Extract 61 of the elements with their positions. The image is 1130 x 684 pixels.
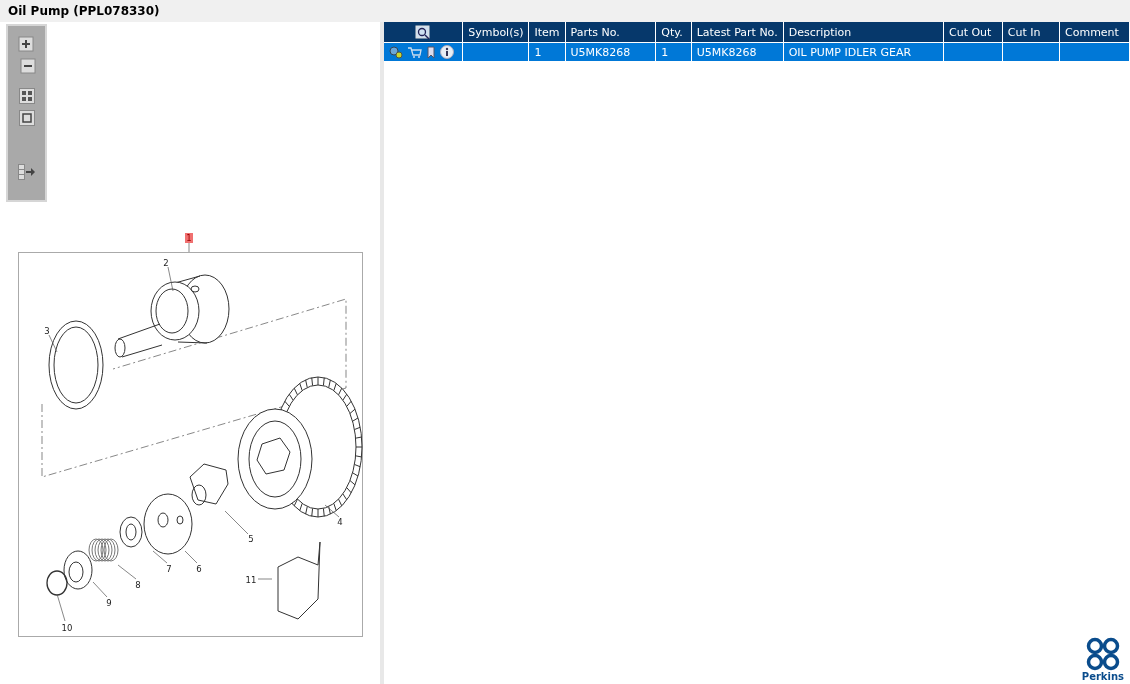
bushing-drawing (63, 550, 93, 590)
callout-label[interactable]: 3 (44, 326, 50, 336)
toolbar-button[interactable] (17, 36, 36, 52)
toolbar-button[interactable] (17, 110, 36, 126)
washer-drawing (119, 516, 143, 548)
leader-line (167, 266, 174, 292)
leader-line (117, 564, 137, 580)
leader-line (48, 334, 58, 353)
column-header[interactable]: Latest Part No. (691, 22, 784, 43)
leader-line (224, 510, 249, 535)
table-cell: OIL PUMP IDLER GEAR (783, 42, 944, 61)
coupling-drawing (189, 463, 229, 506)
callout-label[interactable]: 4 (337, 517, 343, 527)
leader-line (56, 593, 66, 622)
zoom-in-icon (17, 36, 36, 52)
callout-label[interactable]: 8 (135, 580, 141, 590)
column-header[interactable]: Item (529, 22, 566, 43)
callout-label[interactable]: 7 (166, 564, 172, 574)
info-icon[interactable] (440, 45, 454, 59)
circlip-drawing (46, 570, 68, 596)
square-icon (18, 110, 35, 126)
column-header[interactable]: Description (783, 22, 944, 43)
column-header[interactable]: Parts No. (565, 22, 656, 43)
callout-label[interactable]: 5 (248, 534, 254, 544)
toolbar-button[interactable] (17, 164, 36, 180)
leader-line (92, 581, 108, 598)
leader-line (257, 578, 273, 580)
bookmark-icon[interactable] (426, 45, 436, 59)
grid-icon (18, 88, 35, 104)
leader-line (152, 550, 168, 564)
logo-icon (1085, 637, 1120, 671)
callout-label[interactable]: 10 (61, 623, 73, 633)
leader-line (188, 241, 190, 253)
table-cell: 1 (529, 42, 566, 61)
column-header[interactable]: Qty. (655, 22, 692, 43)
leader-line (184, 550, 198, 564)
column-header[interactable] (384, 22, 463, 43)
callout-label[interactable]: 6 (196, 564, 202, 574)
logo-text: Perkins (1081, 671, 1124, 682)
column-header[interactable]: Symbol(s) (462, 22, 529, 43)
toolbar-button[interactable] (17, 58, 36, 74)
table-cell (1002, 42, 1060, 61)
search-icon (415, 24, 432, 40)
table-cell: U5MK8268 (691, 42, 784, 61)
callout-label[interactable]: 2 (163, 258, 169, 268)
cart-icon[interactable] (407, 46, 422, 58)
table-cell: U5MK8268 (565, 42, 656, 61)
callout-label[interactable]: 11 (245, 575, 257, 585)
column-header[interactable]: Cut Out (943, 22, 1003, 43)
table-cell (943, 42, 1003, 61)
plate-drawing (143, 493, 193, 555)
column-header[interactable]: Comment (1059, 22, 1130, 43)
toolbar-button[interactable] (17, 88, 36, 104)
spring-drawing (88, 538, 119, 562)
list-arrow-icon (17, 164, 36, 180)
callout-label[interactable]: 9 (106, 598, 112, 608)
table-cell: 1 (655, 42, 692, 61)
window-title: Oil Pump (PPL078330) (8, 4, 160, 18)
zoom-out-icon (17, 58, 36, 74)
leader-line (324, 504, 340, 518)
column-header[interactable]: Cut In (1002, 22, 1060, 43)
